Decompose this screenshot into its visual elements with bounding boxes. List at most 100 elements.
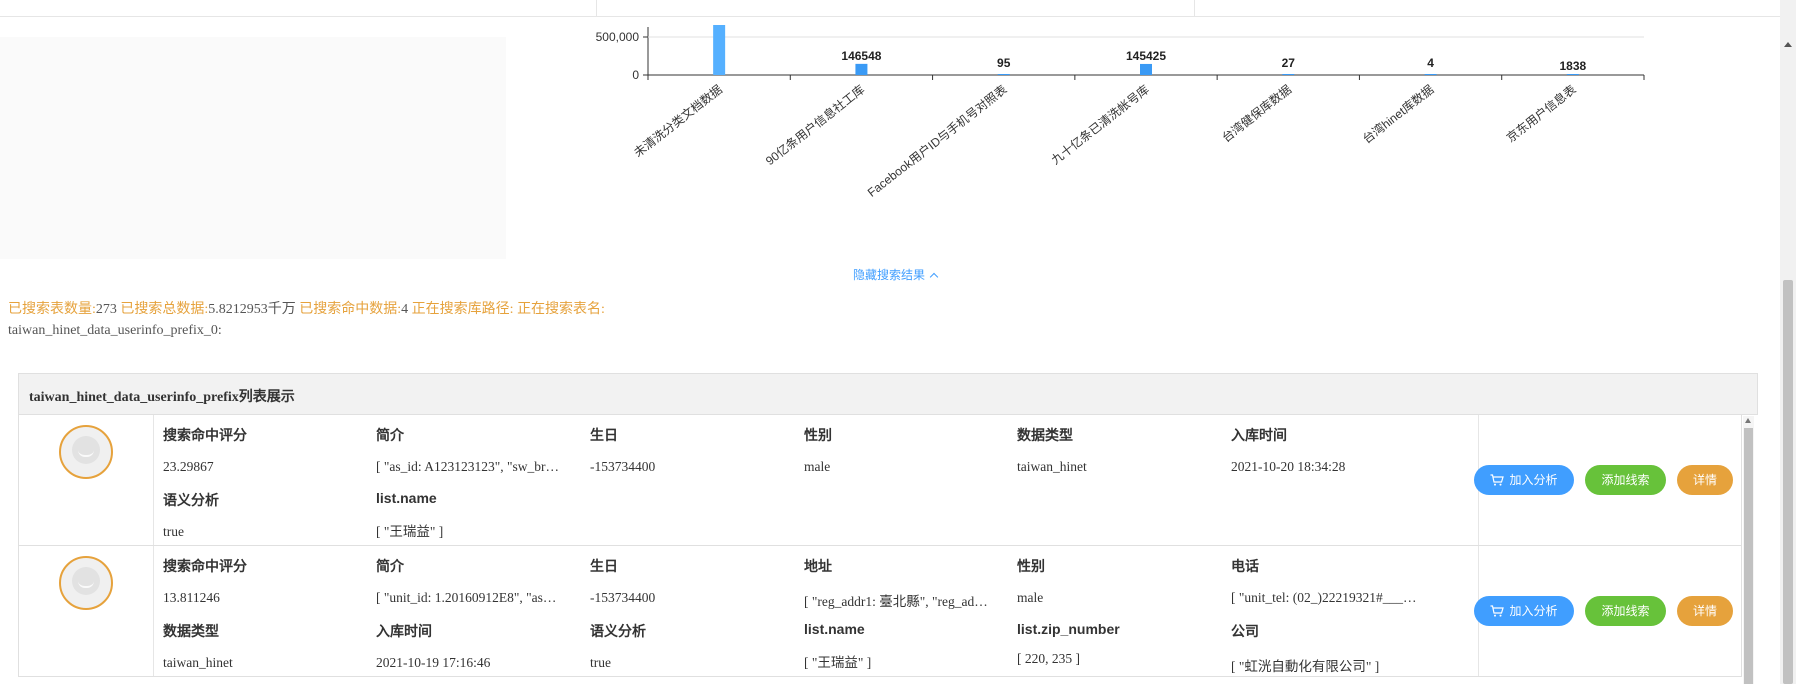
field: 地址 [ "reg_addr1: 臺北縣", "reg_ad… — [804, 556, 1004, 610]
field-key: list.name — [804, 621, 865, 637]
field-key: 语义分析 — [590, 623, 646, 639]
x-tick-label: 90亿条用户信息社工库 — [762, 82, 867, 169]
field-value: -153734400 — [590, 590, 656, 605]
field-key: 数据类型 — [1017, 427, 1073, 443]
list-row: 搜索命中评分 13.811246 简介 [ "unit_id: 1.20160912… — [18, 546, 1742, 677]
search-path-label: 正在搜索库路径: — [411, 302, 514, 317]
field: 入库时间 2021-10-19 17:16:46 — [376, 621, 576, 671]
hide-results-link[interactable]: 隐藏搜索结果 — [853, 266, 939, 283]
bar — [1140, 63, 1152, 75]
add-to-analysis-label[interactable]: 加入分析 — [1509, 473, 1557, 487]
bar — [1566, 74, 1579, 75]
field-key: 入库时间 — [376, 623, 432, 639]
field: 生日 -153734400 — [590, 425, 790, 475]
list-title: taiwan_hinet_data_userinfo_prefix列表展示 — [29, 390, 295, 405]
list-scrollbar-thumb[interactable] — [1744, 428, 1753, 684]
field-value: [ "as_id: A123123123", "sw_br… — [376, 459, 560, 474]
field-key: 生日 — [590, 427, 618, 443]
field-key: 搜索命中评分 — [163, 558, 247, 574]
field-value: [ "reg_addr1: 臺北縣", "reg_ad… — [804, 594, 988, 609]
field-value: -153734400 — [590, 459, 656, 474]
x-tick-label: 台湾hinet库数据 — [1359, 82, 1436, 147]
data-label: 95 — [997, 56, 1011, 70]
data-label: 145425 — [1126, 49, 1166, 63]
left-chart-panel — [0, 37, 506, 259]
detail-button[interactable]: 详情 — [1677, 465, 1733, 495]
field: list.zip_number [ 220, 235 ] — [1017, 621, 1217, 667]
add-clue-button[interactable]: 添加线索 — [1585, 596, 1666, 626]
field-value: [ 220, 235 ] — [1017, 651, 1080, 666]
field: 简介 [ "unit_id: 1.20160912E8", "as… — [376, 556, 576, 606]
field: 入库时间 2021-10-20 18:34:28 — [1231, 425, 1431, 475]
field-key: 性别 — [804, 427, 832, 443]
field-key: 简介 — [376, 427, 404, 443]
x-tick-label: 九十亿条已清洗帐号库 — [1048, 82, 1152, 168]
list-scrollbar[interactable] — [1743, 416, 1754, 684]
hit-count-label: 已搜索命中数据: — [299, 302, 402, 317]
field: 搜索命中评分 13.811246 — [163, 556, 363, 606]
panel-divider — [596, 0, 597, 17]
add-to-analysis-button[interactable]: 加入分析 — [1474, 465, 1574, 495]
field-key: 数据类型 — [163, 623, 219, 639]
field-key: 公司 — [1231, 623, 1259, 639]
field-value: [ "王瑞益" ] — [804, 655, 872, 670]
search-table-label: 正在搜索表名: — [517, 302, 605, 317]
field-key: 电话 — [1231, 558, 1259, 574]
page-scrollbar[interactable] — [1780, 0, 1796, 684]
field: 电话 [ "unit_tel: (02_)22219321#___… — [1231, 556, 1431, 606]
field-key: 入库时间 — [1231, 427, 1287, 443]
data-label: 27 — [1282, 56, 1296, 70]
scroll-up-arrow-icon[interactable] — [1784, 42, 1792, 47]
list-header: taiwan_hinet_data_userinfo_prefix列表展示 — [18, 373, 1758, 415]
panel-divider — [1194, 0, 1195, 17]
field-key: 性别 — [1017, 558, 1045, 574]
y-tick-label: 0 — [632, 68, 639, 82]
search-status: 已搜索表数量:273 已搜索总数据:5.8212953千万 已搜索命中数据:4 … — [8, 299, 708, 341]
hit-count-value: 4 — [401, 302, 409, 317]
field: list.name [ "王瑞益" ] — [804, 621, 1004, 671]
record-fields: 搜索命中评分 23.29867 简介 [ "as_id: A123123123", … — [154, 415, 1479, 545]
scroll-up-arrow-icon[interactable] — [1745, 418, 1751, 423]
add-clue-button[interactable]: 添加线索 — [1585, 465, 1666, 495]
avatar — [59, 425, 113, 479]
field: 公司 [ "虹洸自動化有限公司" ] — [1231, 621, 1431, 675]
data-label: 4 — [1427, 56, 1434, 70]
avatar — [59, 556, 113, 610]
field-value: [ "虹洸自動化有限公司" ] — [1231, 659, 1380, 674]
cart-icon — [1490, 474, 1505, 486]
add-to-analysis-button[interactable]: 加入分析 — [1474, 596, 1574, 626]
hide-results-label[interactable]: 隐藏搜索结果 — [853, 268, 925, 282]
list-row: 搜索命中评分 23.29867 简介 [ "as_id: A123123123", … — [18, 415, 1742, 546]
field: 生日 -153734400 — [590, 556, 790, 606]
search-table-value: taiwan_hinet_data_userinfo_prefix_0: — [8, 323, 222, 338]
field-key: list.zip_number — [1017, 621, 1120, 637]
field-value: [ "unit_tel: (02_)22219321#___… — [1231, 590, 1417, 605]
field-value: 23.29867 — [163, 459, 214, 474]
bar — [997, 74, 1010, 75]
field-value: taiwan_hinet — [1017, 459, 1087, 474]
field-value: 13.811246 — [163, 590, 220, 605]
page-scrollbar-thumb[interactable] — [1783, 280, 1793, 684]
searched-total-label: 已搜索总数据: — [120, 302, 209, 317]
searched-tables-value: 273 — [95, 302, 117, 317]
x-tick-label: 未清洗分类文档数据 — [631, 82, 725, 160]
x-tick-label: 台湾健保库数据 — [1219, 82, 1294, 146]
field-key: list.name — [376, 490, 437, 506]
bar — [855, 63, 868, 75]
field-key: 简介 — [376, 558, 404, 574]
field-value: [ "unit_id: 1.20160912E8", "as… — [376, 590, 557, 605]
add-to-analysis-label[interactable]: 加入分析 — [1509, 604, 1557, 618]
field: 数据类型 taiwan_hinet — [1017, 425, 1217, 475]
bar — [1424, 74, 1437, 75]
field-value: male — [804, 459, 831, 474]
row-actions: 加入分析 添加线索 详情 — [1474, 546, 1754, 676]
x-tick-label: Facebook用户ID与手机号对照表 — [864, 82, 1009, 200]
data-label: 146548 — [841, 49, 881, 63]
y-tick-label: 500,000 — [596, 30, 640, 44]
field-key: 搜索命中评分 — [163, 427, 247, 443]
searched-total-value: 5.8212953千万 — [208, 302, 296, 317]
field-value: 2021-10-20 18:34:28 — [1231, 459, 1346, 474]
field: 数据类型 taiwan_hinet — [163, 621, 363, 671]
field-value: true — [163, 524, 184, 539]
detail-button[interactable]: 详情 — [1677, 596, 1733, 626]
